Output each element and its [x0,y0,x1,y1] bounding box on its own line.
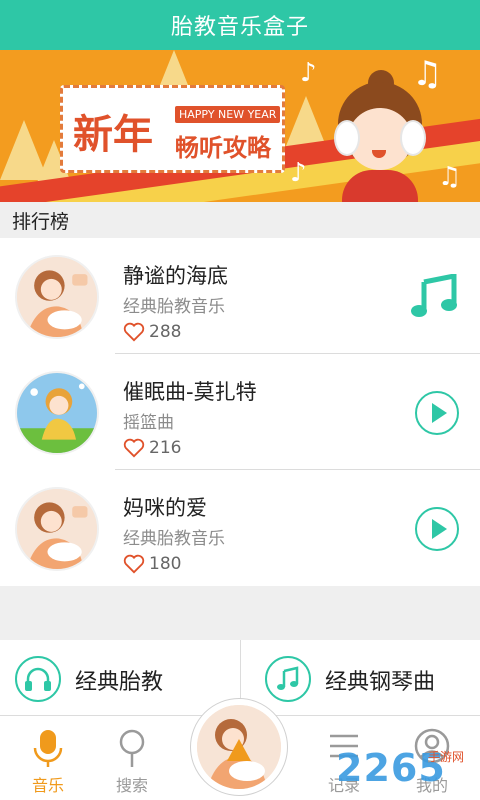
spacer [0,586,480,640]
play-triangle-icon [227,739,251,761]
song-subtitle: 摇篮曲 [123,413,174,433]
banner-title-big: 新年 [73,112,153,158]
tab-music[interactable]: 音乐 [0,716,96,800]
microphone-icon [33,730,63,767]
like-count[interactable]: 216 [123,438,181,458]
like-count[interactable]: 288 [123,322,181,342]
watermark-sub: 手游网 [428,750,465,764]
category-classic-piano[interactable]: 经典钢琴曲 [240,640,480,716]
list-item[interactable]: 妈咪的爱 经典胎教音乐 180 [0,470,480,586]
heart-icon [123,322,145,342]
category-label: 经典钢琴曲 [325,670,436,695]
song-cover [15,255,99,339]
tab-search[interactable]: 搜索 [84,716,180,800]
category-classic-prenatal[interactable]: 经典胎教 [0,640,240,716]
tab-label: 搜索 [115,776,148,795]
like-count-value: 180 [149,554,182,574]
search-icon [119,729,145,767]
music-note-icon [265,656,311,702]
song-title: 静谧的海底 [123,264,228,288]
song-title: 催眠曲-莫扎特 [123,380,257,404]
play-button[interactable] [415,507,459,551]
tab-label: 音乐 [31,776,64,795]
song-subtitle: 经典胎教音乐 [123,297,225,317]
music-note-icon: ♪ [300,58,317,88]
app-root: 胎教音乐盒子 ♪ ♫ ♪ ♫ 新年 HAPPY NEW YEAR 畅听攻略 排行… [0,0,480,800]
song-cover [15,487,99,571]
banner-happy-tag: HAPPY NEW YEAR [175,106,281,123]
playing-music-note-icon[interactable] [410,274,460,320]
category-label: 经典胎教 [75,670,164,695]
headphones-icon [15,656,61,702]
app-title: 胎教音乐盒子 [170,15,309,40]
heart-icon [123,554,145,574]
song-subtitle: 经典胎教音乐 [123,529,225,549]
like-count[interactable]: 180 [123,554,181,574]
play-button[interactable] [415,391,459,435]
list-item[interactable]: 静谧的海底 经典胎教音乐 288 [0,238,480,354]
new-year-banner[interactable]: ♪ ♫ ♪ ♫ 新年 HAPPY NEW YEAR 畅听攻略 [0,50,480,202]
like-count-value: 216 [149,438,182,458]
banner-girl-illustration [330,70,430,202]
ranking-section-title: 排行榜 [0,202,480,238]
banner-card: 新年 HAPPY NEW YEAR 畅听攻略 [60,85,285,173]
song-cover [15,371,99,455]
heart-icon [123,438,145,458]
like-count-value: 288 [149,322,182,342]
music-note-icon: ♫ [438,162,462,192]
list-item[interactable]: 催眠曲-莫扎特 摇篮曲 216 [0,354,480,470]
music-note-icon: ♪ [290,158,307,188]
app-header: 胎教音乐盒子 [0,0,480,50]
ranking-list: 静谧的海底 经典胎教音乐 288 催眠曲-莫扎特 摇篮曲 216 妈咪的爱 经典… [0,238,480,586]
song-title: 妈咪的爱 [123,496,207,520]
banner-title-sub: 畅听攻略 [175,134,271,162]
now-playing-disc[interactable] [190,698,288,796]
